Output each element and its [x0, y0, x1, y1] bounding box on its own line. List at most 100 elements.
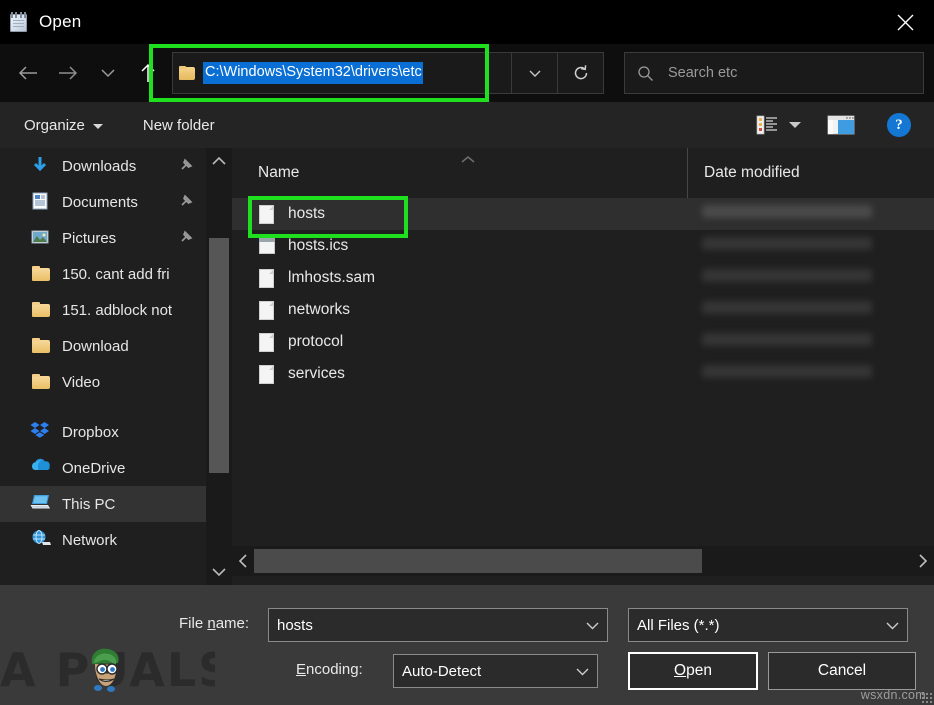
- navigation-bar: C:\Windows\System32\drivers\etc Search e…: [0, 44, 934, 102]
- hscroll-thumb[interactable]: [254, 549, 702, 573]
- back-button[interactable]: [8, 53, 48, 93]
- sidebar-item-onedrive[interactable]: OneDrive: [0, 450, 206, 486]
- sidebar-item-video[interactable]: Video: [0, 364, 206, 400]
- sidebar-item-documents[interactable]: Documents: [0, 184, 206, 220]
- command-toolbar: Organize New folder: [0, 102, 934, 148]
- file-name-input[interactable]: hosts: [268, 608, 608, 642]
- sort-ascending-icon: [460, 151, 476, 169]
- search-icon: [637, 65, 654, 82]
- table-row[interactable]: hosts: [232, 198, 934, 230]
- file-name: protocol: [288, 333, 343, 351]
- organize-button[interactable]: Organize: [24, 117, 103, 134]
- window-title: Open: [39, 12, 81, 32]
- new-folder-label: New folder: [143, 117, 215, 134]
- file-icon: [258, 267, 276, 289]
- folder-icon: [30, 371, 52, 393]
- file-name: networks: [288, 301, 350, 319]
- table-row[interactable]: networks: [232, 294, 934, 326]
- chevron-down-icon[interactable]: [877, 621, 907, 630]
- chevron-left-icon[interactable]: [232, 546, 254, 576]
- sidebar-item-network[interactable]: Network: [0, 522, 206, 558]
- preview-pane-icon[interactable]: [824, 102, 858, 148]
- column-header-date-modified[interactable]: Date modified: [687, 148, 800, 198]
- chevron-down-icon[interactable]: [567, 667, 597, 676]
- sidebar-item-folder-151[interactable]: 151. adblock not: [0, 292, 206, 328]
- open-accel: O: [674, 662, 686, 679]
- sidebar-item-label: Dropbox: [62, 424, 119, 441]
- sidebar-scroll-thumb[interactable]: [209, 238, 229, 473]
- encoding-label: Encoding:: [296, 661, 363, 678]
- sidebar-item-label: Network: [62, 532, 117, 549]
- document-icon: [30, 191, 52, 213]
- up-button[interactable]: [128, 53, 168, 93]
- chevron-up-icon[interactable]: [206, 148, 232, 174]
- forward-button[interactable]: [48, 53, 88, 93]
- chevron-right-icon[interactable]: [912, 546, 934, 576]
- column-headers: Name Date modified: [232, 148, 934, 198]
- column-header-name[interactable]: Name: [232, 148, 687, 198]
- file-type-select[interactable]: All Files (*.*): [628, 608, 908, 642]
- open-button[interactable]: Open: [628, 652, 758, 690]
- sidebar-item-label: Documents: [62, 194, 138, 211]
- search-placeholder: Search etc: [668, 65, 737, 81]
- sidebar-item-label: Download: [62, 338, 129, 355]
- encoding-select[interactable]: Auto-Detect: [393, 654, 598, 688]
- main-area: Downloads Documents: [0, 148, 934, 585]
- navigation-pane: Downloads Documents: [0, 148, 206, 585]
- pin-icon: [180, 157, 194, 175]
- new-folder-button[interactable]: New folder: [143, 117, 215, 134]
- onedrive-icon: [30, 457, 52, 479]
- file-icon: [258, 203, 276, 225]
- sidebar-item-downloads[interactable]: Downloads: [0, 148, 206, 184]
- file-date-modified: [702, 237, 872, 250]
- open-file-dialog: Open C:\Windows\System32\drivers\etc: [0, 0, 934, 705]
- calendar-icon: [258, 235, 276, 257]
- sidebar-item-dropbox[interactable]: Dropbox: [0, 414, 206, 450]
- view-dropdown-icon[interactable]: [782, 102, 808, 148]
- table-row[interactable]: protocol: [232, 326, 934, 358]
- file-date-modified: [702, 301, 872, 314]
- help-icon[interactable]: ?: [878, 102, 920, 148]
- chevron-down-icon[interactable]: [577, 621, 607, 630]
- sidebar-item-download[interactable]: Download: [0, 328, 206, 364]
- folder-icon: [30, 263, 52, 285]
- sidebar-item-label: 150. cant add fri: [62, 266, 170, 283]
- address-dropdown-button[interactable]: [512, 52, 558, 94]
- sidebar-item-label: Pictures: [62, 230, 116, 247]
- pin-icon: [180, 193, 194, 211]
- column-header-name-label: Name: [258, 164, 299, 182]
- sidebar-item-label: OneDrive: [62, 460, 125, 477]
- file-list-horizontal-scrollbar[interactable]: [232, 546, 934, 576]
- file-rows: hosts hosts.ics lmhosts.sam networks: [232, 198, 934, 390]
- help-glyph: ?: [887, 113, 911, 137]
- site-watermark: wsxdn.com: [861, 688, 926, 702]
- address-input[interactable]: C:\Windows\System32\drivers\etc: [203, 62, 423, 84]
- sidebar-item-folder-150[interactable]: 150. cant add fri: [0, 256, 206, 292]
- file-list-pane: Name Date modified hosts hosts.ic: [232, 148, 934, 585]
- file-name-label: File name:: [179, 615, 249, 632]
- table-row[interactable]: hosts.ics: [232, 230, 934, 262]
- file-name: lmhosts.sam: [288, 269, 375, 287]
- sidebar-item-this-pc[interactable]: This PC: [0, 486, 206, 522]
- address-bar[interactable]: C:\Windows\System32\drivers\etc: [172, 52, 512, 94]
- chevron-down-icon[interactable]: [206, 559, 232, 585]
- file-type-value: All Files (*.*): [629, 617, 877, 634]
- picture-icon: [30, 227, 52, 249]
- column-header-date-label: Date modified: [704, 164, 800, 182]
- hscroll-track[interactable]: [254, 546, 912, 576]
- search-input[interactable]: Search etc: [624, 52, 924, 94]
- file-date-modified: [702, 365, 872, 378]
- file-icon: [258, 331, 276, 353]
- network-icon: [30, 529, 52, 551]
- sidebar-scrollbar[interactable]: [206, 148, 232, 585]
- view-details-icon[interactable]: [754, 102, 780, 148]
- sidebar-item-pictures[interactable]: Pictures: [0, 220, 206, 256]
- table-row[interactable]: lmhosts.sam: [232, 262, 934, 294]
- recent-locations-button[interactable]: [88, 53, 128, 93]
- close-icon[interactable]: [876, 0, 934, 44]
- cancel-button[interactable]: Cancel: [768, 652, 916, 690]
- this-pc-icon: [30, 493, 52, 515]
- file-name: services: [288, 365, 345, 383]
- refresh-button[interactable]: [558, 52, 604, 94]
- table-row[interactable]: services: [232, 358, 934, 390]
